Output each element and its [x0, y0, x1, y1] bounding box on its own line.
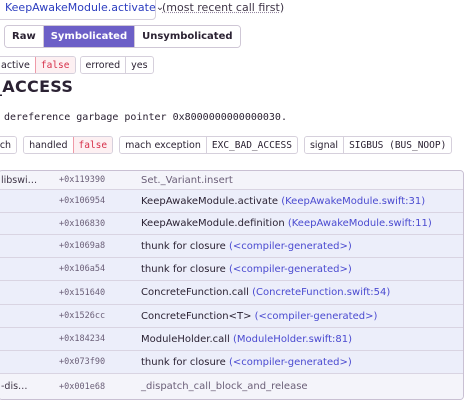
- frame-address: +0x106830: [59, 218, 106, 229]
- frame-package: -dis…: [1, 381, 28, 392]
- thread-state-tags: active false errored yes: [0, 56, 154, 74]
- frame-location: (ModuleHolder.swift:81): [233, 333, 353, 345]
- stack-frame[interactable]: +0x1526cc ConcreteFunction<T> (<compiler…: [0, 305, 463, 328]
- stack-trace: libswi… +0x119390 Set._Variant.insert +0…: [0, 170, 464, 400]
- frame-package: libswi…: [1, 174, 38, 186]
- frame-function: ModuleHolder.call (ModuleHolder.swift:81…: [141, 333, 353, 345]
- thread-selector[interactable]: KeepAwakeModule.activate ⌄: [0, 0, 164, 20]
- frame-address: +0x1526cc: [59, 311, 106, 321]
- frame-address: +0x184234: [59, 334, 106, 344]
- stack-frame[interactable]: +0x106954 KeepAwakeModule.activate (Keep…: [0, 190, 463, 213]
- view-switch: Raw Symbolicated Unsymbolicated: [4, 25, 241, 48]
- frame-location: (<compiler-generated>): [229, 240, 352, 252]
- view-raw-button[interactable]: Raw: [5, 26, 43, 47]
- mechanism-tags: ach handled false mach exception EXC_BAD…: [0, 136, 453, 154]
- frame-location: (<compiler-generated>): [229, 263, 352, 275]
- frame-function: Set._Variant.insert: [141, 174, 233, 186]
- frame-address: +0x073f90: [59, 357, 106, 367]
- frame-address: +0x001e68: [59, 381, 106, 392]
- frame-location: (KeepAwakeModule.swift:31): [281, 195, 426, 207]
- stack-frame[interactable]: +0x151640 ConcreteFunction.call (Concret…: [0, 281, 463, 305]
- frame-location: (KeepAwakeModule.swift:11): [287, 218, 432, 229]
- tag-signal: signal SIGBUS (BUS_NOOP): [303, 136, 453, 154]
- stack-frame[interactable]: libswi… +0x119390 Set._Variant.insert: [0, 171, 463, 190]
- tag-mechanism: ach: [0, 136, 18, 154]
- frame-function: thunk for closure (<compiler-generated>): [141, 356, 352, 368]
- frame-address: +0x106954: [59, 196, 106, 206]
- most-recent-toggle[interactable]: (most recent call first): [162, 1, 284, 14]
- frame-function: thunk for closure (<compiler-generated>): [141, 240, 352, 252]
- tag-errored: errored yes: [79, 56, 154, 74]
- frame-function: thunk for closure (<compiler-generated>): [141, 263, 352, 275]
- frame-function: ConcreteFunction.call (ConcreteFunction.…: [141, 287, 391, 298]
- frame-address: +0x1069a8: [59, 241, 106, 251]
- frame-function: KeepAwakeModule.definition (KeepAwakeMod…: [141, 218, 432, 229]
- frame-address: +0x119390: [59, 175, 106, 185]
- frame-location: (ConcreteFunction.swift:54): [252, 287, 391, 298]
- frame-address: +0x106a54: [59, 264, 106, 274]
- exception-message: dereference garbage pointer 0x8000000000…: [4, 112, 287, 123]
- stack-frame[interactable]: +0x184234 ModuleHolder.call (ModuleHolde…: [0, 328, 463, 351]
- stack-frame[interactable]: +0x1069a8 thunk for closure (<compiler-g…: [0, 235, 463, 258]
- frame-function: KeepAwakeModule.activate (KeepAwakeModul…: [141, 195, 426, 207]
- stack-frame[interactable]: +0x106a54 thunk for closure (<compiler-g…: [0, 258, 463, 281]
- frame-address: +0x151640: [59, 287, 106, 298]
- tag-active: active false: [0, 56, 76, 74]
- frame-function: ConcreteFunction<T> (<compiler-generated…: [141, 310, 378, 322]
- stack-frame[interactable]: +0x106830 KeepAwakeModule.definition (Ke…: [0, 213, 463, 235]
- thread-name: KeepAwakeModule.activate: [5, 0, 156, 14]
- view-symbolicated-button[interactable]: Symbolicated: [42, 26, 135, 47]
- view-unsymbolicated-button[interactable]: Unsymbolicated: [134, 26, 240, 47]
- frame-location: (<compiler-generated>): [254, 310, 378, 322]
- stack-frame[interactable]: -dis… +0x001e68 _dispatch_call_block_and…: [0, 374, 463, 399]
- frame-function: _dispatch_call_block_and_release: [141, 381, 308, 392]
- tag-handled: handled false: [23, 136, 114, 154]
- stack-frame[interactable]: +0x073f90 thunk for closure (<compiler-g…: [0, 351, 463, 374]
- exception-type: _ACCESS: [0, 77, 74, 96]
- frame-location: (<compiler-generated>): [229, 356, 352, 368]
- tag-mach-exception: mach exception EXC_BAD_ACCESS: [119, 136, 298, 154]
